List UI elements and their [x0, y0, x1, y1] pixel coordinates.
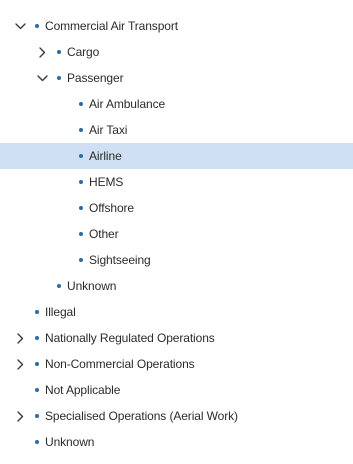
tree-item-label: Cargo [67, 45, 100, 59]
bullet-icon [79, 102, 83, 106]
tree-item-label: Non-Commercial Operations [45, 357, 195, 371]
bullet-icon [35, 310, 39, 314]
tree-item-label: Other [89, 227, 119, 241]
bullet-icon [57, 284, 61, 288]
tree-item-label: Air Taxi [89, 123, 128, 137]
chevron-right-icon[interactable] [13, 403, 27, 429]
chevron-down-icon[interactable] [35, 65, 49, 91]
bullet-icon [79, 180, 83, 184]
tree-item-label: Airline [89, 149, 122, 163]
tree-item[interactable]: HEMS [0, 169, 353, 195]
bullet-icon [79, 128, 83, 132]
bullet-icon [79, 154, 83, 158]
tree-item[interactable]: Offshore [0, 195, 353, 221]
bullet-icon [57, 76, 61, 80]
tree-item[interactable]: Commercial Air Transport [0, 13, 353, 39]
tree-item-label: Passenger [67, 71, 124, 85]
tree-item[interactable]: Sightseeing [0, 247, 353, 273]
tree-item[interactable]: Air Ambulance [0, 91, 353, 117]
tree-item[interactable]: Non-Commercial Operations [0, 351, 353, 377]
tree-item[interactable]: Other [0, 221, 353, 247]
tree-item[interactable]: Passenger [0, 65, 353, 91]
tree-item[interactable]: Not Applicable [0, 377, 353, 403]
tree-item-label: Nationally Regulated Operations [45, 331, 215, 345]
bullet-icon [79, 206, 83, 210]
bullet-icon [35, 388, 39, 392]
tree-item-label: Offshore [89, 201, 135, 215]
bullet-icon [35, 440, 39, 444]
tree-item[interactable]: Airline [0, 143, 353, 169]
chevron-right-icon[interactable] [35, 39, 49, 65]
bullet-icon [79, 258, 83, 262]
bullet-icon [35, 336, 39, 340]
tree-item-label: Unknown [45, 435, 95, 449]
tree-item[interactable]: Nationally Regulated Operations [0, 325, 353, 351]
tree-item-label: Unknown [67, 279, 117, 293]
tree-item[interactable]: Specialised Operations (Aerial Work) [0, 403, 353, 429]
tree-item-label: HEMS [89, 175, 124, 189]
bullet-icon [79, 232, 83, 236]
tree-item-label: Air Ambulance [89, 97, 166, 111]
tree-item[interactable]: Illegal [0, 299, 353, 325]
bullet-icon [35, 24, 39, 28]
chevron-down-icon[interactable] [13, 13, 27, 39]
tree-item[interactable]: Unknown [0, 429, 353, 455]
bullet-icon [57, 50, 61, 54]
tree-item-label: Specialised Operations (Aerial Work) [45, 409, 238, 423]
tree-item-label: Not Applicable [45, 383, 121, 397]
bullet-icon [35, 362, 39, 366]
chevron-right-icon[interactable] [13, 325, 27, 351]
tree-item-label: Sightseeing [89, 253, 151, 267]
tree-item-label: Illegal [45, 305, 76, 319]
tree-item[interactable]: Unknown [0, 273, 353, 299]
tree-item-label: Commercial Air Transport [45, 19, 178, 33]
chevron-right-icon[interactable] [13, 351, 27, 377]
bullet-icon [35, 414, 39, 418]
tree-item[interactable]: Air Taxi [0, 117, 353, 143]
tree-item[interactable]: Cargo [0, 39, 353, 65]
category-tree: Commercial Air Transport Cargo Passenger Ai… [0, 13, 353, 455]
